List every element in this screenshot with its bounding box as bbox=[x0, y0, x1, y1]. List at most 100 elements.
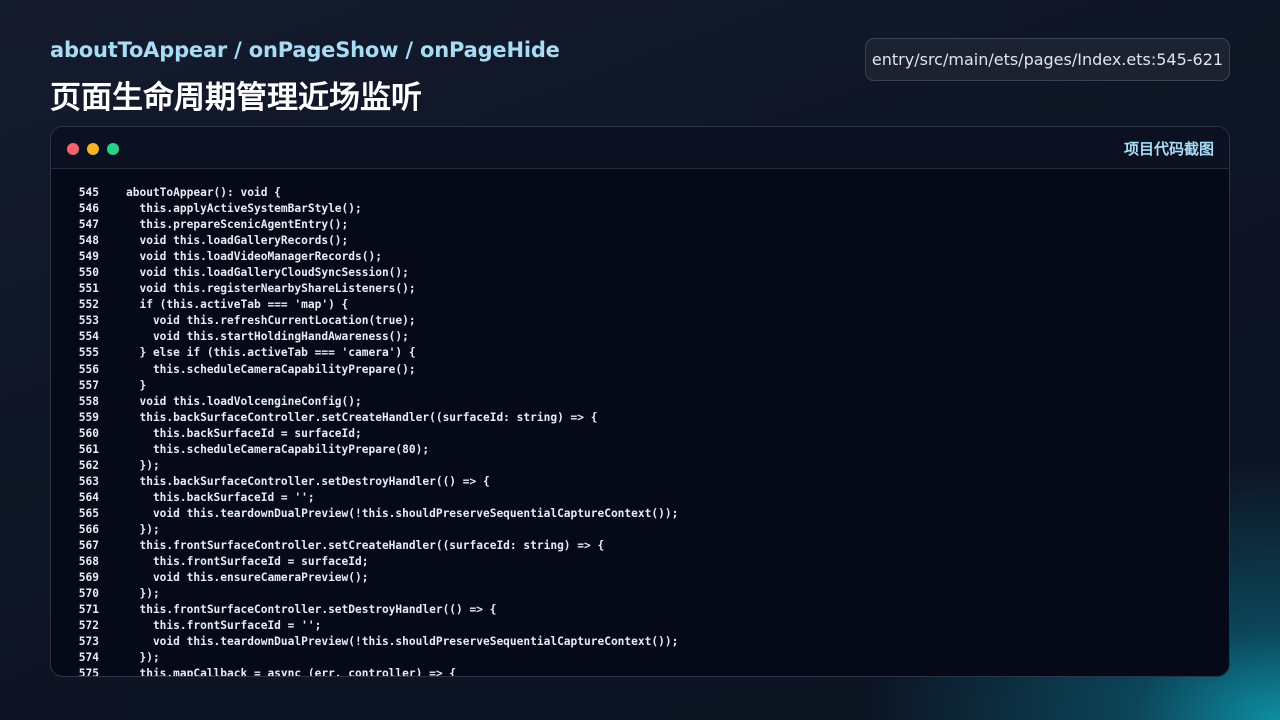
code-line: 569 void this.ensureCameraPreview(); bbox=[51, 570, 1229, 586]
code-text: void this.refreshCurrentLocation(true); bbox=[126, 314, 416, 328]
minimize-dot-icon[interactable] bbox=[87, 143, 99, 155]
code-text: this.frontSurfaceController.setCreateHan… bbox=[126, 539, 605, 553]
code-line: 570 }); bbox=[51, 586, 1229, 602]
code-text: aboutToAppear(): void { bbox=[126, 186, 281, 199]
line-number: 561 bbox=[78, 442, 99, 456]
code-window: 项目代码截图 545 aboutToAppear(): void { 546 thi… bbox=[50, 126, 1230, 677]
window-label: 项目代码截图 bbox=[1123, 140, 1214, 158]
code-line: 562 }); bbox=[51, 458, 1229, 474]
line-number: 548 bbox=[78, 234, 99, 248]
code-line: 565 void this.teardownDualPreview(!this.… bbox=[51, 506, 1229, 522]
code-text: this.backSurfaceController.setCreateHand… bbox=[126, 410, 598, 424]
code-text: void this.teardownDualPreview(!this.shou… bbox=[126, 506, 679, 520]
line-number: 573 bbox=[78, 635, 99, 649]
line-number: 555 bbox=[78, 346, 99, 360]
code-line: 573 void this.teardownDualPreview(!this.… bbox=[51, 634, 1229, 650]
code-text: }); bbox=[126, 651, 160, 665]
code-text: this.backSurfaceController.setDestroyHan… bbox=[126, 474, 490, 488]
line-number: 570 bbox=[78, 587, 99, 601]
maximize-dot-icon[interactable] bbox=[107, 143, 119, 155]
code-line: 553 void this.refreshCurrentLocation(tru… bbox=[51, 313, 1229, 329]
line-number: 572 bbox=[78, 619, 99, 633]
code-line: 561 this.scheduleCameraCapabilityPrepare… bbox=[51, 442, 1229, 458]
code-text: this.applyActiveSystemBarStyle(); bbox=[126, 202, 362, 216]
code-line: 554 void this.startHoldingHandAwareness(… bbox=[51, 329, 1229, 345]
code-line: 575 this.mapCallback = async (err, contr… bbox=[51, 666, 1229, 677]
code-text: void this.registerNearbyShareListeners()… bbox=[126, 282, 416, 296]
code-line: 559 this.backSurfaceController.setCreate… bbox=[51, 410, 1229, 426]
code-text: void this.loadGalleryRecords(); bbox=[126, 234, 349, 248]
code-line: 549 void this.loadVideoManagerRecords(); bbox=[51, 249, 1229, 265]
code-text: this.scheduleCameraCapabilityPrepare(80)… bbox=[126, 442, 430, 456]
line-number: 565 bbox=[78, 506, 99, 520]
code-text: void this.loadVideoManagerRecords(); bbox=[126, 250, 382, 264]
code-text: }); bbox=[126, 522, 160, 536]
line-number: 566 bbox=[78, 522, 99, 536]
line-number: 549 bbox=[78, 250, 99, 264]
line-number: 546 bbox=[78, 202, 99, 216]
line-number: 551 bbox=[78, 282, 99, 296]
code-text: }); bbox=[126, 458, 160, 472]
line-number: 558 bbox=[78, 394, 99, 408]
code-text: void this.startHoldingHandAwareness(); bbox=[126, 330, 409, 344]
code-line: 557 } bbox=[51, 378, 1229, 394]
code-line: 572 this.frontSurfaceId = ''; bbox=[51, 618, 1229, 634]
line-number: 550 bbox=[78, 266, 99, 280]
line-number: 562 bbox=[78, 458, 99, 472]
page-subtitle: aboutToAppear / onPageShow / onPageHide bbox=[50, 38, 560, 62]
code-line: 551 void this.registerNearbyShareListene… bbox=[51, 281, 1229, 297]
line-number: 571 bbox=[78, 603, 99, 617]
line-number: 569 bbox=[78, 571, 99, 585]
code-text: this.frontSurfaceController.setDestroyHa… bbox=[126, 603, 497, 617]
line-number: 557 bbox=[78, 378, 99, 392]
code-text: } else if (this.activeTab === 'camera') … bbox=[126, 346, 416, 360]
code-line: 571 this.frontSurfaceController.setDestr… bbox=[51, 602, 1229, 618]
code-editor[interactable]: 545 aboutToAppear(): void { 546 this.apply… bbox=[51, 185, 1229, 676]
code-line: 545 aboutToAppear(): void { bbox=[51, 185, 1229, 201]
line-number: 568 bbox=[78, 555, 99, 569]
code-line: 552 if (this.activeTab === 'map') { bbox=[51, 297, 1229, 313]
code-line: 546 this.applyActiveSystemBarStyle(); bbox=[51, 201, 1229, 217]
code-text: this.frontSurfaceId = surfaceId; bbox=[126, 555, 369, 569]
line-number: 559 bbox=[78, 410, 99, 424]
code-text: } bbox=[126, 378, 147, 392]
code-text: this.mapCallback = async (err, controlle… bbox=[126, 667, 457, 677]
code-text: }); bbox=[126, 587, 160, 601]
code-text: this.prepareScenicAgentEntry(); bbox=[126, 218, 349, 232]
line-number: 564 bbox=[78, 490, 99, 504]
code-text: void this.teardownDualPreview(!this.shou… bbox=[126, 635, 679, 649]
line-number: 553 bbox=[78, 314, 99, 328]
line-number: 567 bbox=[78, 539, 99, 553]
code-line: 563 this.backSurfaceController.setDestro… bbox=[51, 474, 1229, 490]
code-line: 550 void this.loadGalleryCloudSyncSessio… bbox=[51, 265, 1229, 281]
line-number: 552 bbox=[78, 298, 99, 312]
line-number: 554 bbox=[78, 330, 99, 344]
code-line: 564 this.backSurfaceId = ''; bbox=[51, 490, 1229, 506]
code-text: this.backSurfaceId = ''; bbox=[126, 490, 315, 504]
code-line: 555 } else if (this.activeTab === 'camer… bbox=[51, 345, 1229, 361]
line-number: 563 bbox=[78, 474, 99, 488]
line-number: 575 bbox=[78, 667, 99, 677]
page-title: 页面生命周期管理近场监听 bbox=[50, 80, 422, 116]
file-path-badge: entry/src/main/ets/pages/Index.ets:545-6… bbox=[865, 38, 1230, 81]
code-line: 548 void this.loadGalleryRecords(); bbox=[51, 233, 1229, 249]
code-text: this.scheduleCameraCapabilityPrepare(); bbox=[126, 362, 416, 376]
code-line: 574 }); bbox=[51, 650, 1229, 666]
line-number: 560 bbox=[78, 426, 99, 440]
window-titlebar: 项目代码截图 bbox=[51, 127, 1229, 169]
code-text: this.backSurfaceId = surfaceId; bbox=[126, 426, 362, 440]
code-line: 556 this.scheduleCameraCapabilityPrepare… bbox=[51, 362, 1229, 378]
code-text: this.frontSurfaceId = ''; bbox=[126, 619, 322, 633]
code-line: 566 }); bbox=[51, 522, 1229, 538]
code-line: 558 void this.loadVolcengineConfig(); bbox=[51, 394, 1229, 410]
line-number: 545 bbox=[78, 186, 99, 199]
code-line: 547 this.prepareScenicAgentEntry(); bbox=[51, 217, 1229, 233]
code-text: void this.loadVolcengineConfig(); bbox=[126, 394, 362, 408]
close-dot-icon[interactable] bbox=[67, 143, 79, 155]
code-text: if (this.activeTab === 'map') { bbox=[126, 298, 349, 312]
code-line: 560 this.backSurfaceId = surfaceId; bbox=[51, 426, 1229, 442]
line-number: 547 bbox=[78, 218, 99, 232]
line-number: 556 bbox=[78, 362, 99, 376]
line-number: 574 bbox=[78, 651, 99, 665]
code-line: 567 this.frontSurfaceController.setCreat… bbox=[51, 538, 1229, 554]
